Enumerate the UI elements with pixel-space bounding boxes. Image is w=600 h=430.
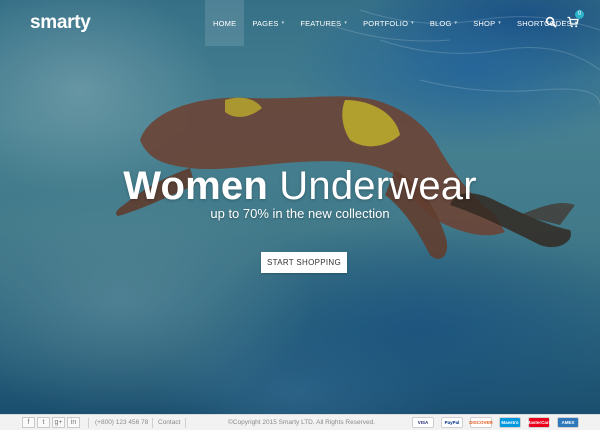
payment-card-mastercard-icon: MasterCard [527,417,551,428]
google-plus-icon[interactable]: g+ [52,417,65,428]
payment-card-paypal-icon: PayPal [441,417,463,428]
footer-divider [185,418,186,428]
nav-item-home[interactable]: HOME [205,0,245,46]
nav-item-label: BLOG [429,18,452,28]
main-navigation: smarty HOME PAGES ▾ FEATURES ▾ PORTFOLIO ▾ BLOG… [0,0,600,46]
hero-headline: Women Underwear [0,164,600,208]
nav-item-label: SHOP [473,18,496,28]
cart-count-badge: 0 [575,10,584,19]
nav-item-blog[interactable]: BLOG ▾ [422,0,465,46]
social-links: f t g+ in [22,417,80,428]
nav-item-label: PORTFOLIO [363,18,409,28]
chevron-down-icon: ▾ [498,20,501,26]
cart-icon[interactable]: 0 [567,10,584,28]
chevron-down-icon: ▾ [281,20,285,26]
facebook-icon[interactable]: f [22,417,35,428]
nav-icons: 0 [545,10,584,28]
chevron-down-icon: ▾ [411,20,414,26]
footer-bar: f t g+ in (+800) 123 456 78 Contact ©Copyri… [0,414,600,430]
linkedin-icon[interactable]: in [67,417,80,428]
payment-card-discover-icon: DISCOVER [469,417,493,428]
twitter-icon[interactable]: t [37,417,50,428]
payment-card-visa-icon: VISA [412,417,434,428]
chevron-down-icon: ▾ [454,20,458,26]
payment-card-amex-icon: AMEX [557,417,579,428]
footer-contact-link[interactable]: Contact [158,419,180,426]
nav-item-label: FEATURES [300,18,342,28]
nav-item-portfolio[interactable]: PORTFOLIO ▾ [355,0,422,46]
footer-divider [152,418,153,428]
footer-copyright: ©Copyright 2015 Smarty LTD. All Rights R… [228,419,376,426]
nav-item-pages[interactable]: PAGES ▾ [244,0,292,46]
site-logo[interactable]: smarty [30,12,91,34]
search-icon[interactable] [545,15,557,28]
headline-bold: Women [123,164,268,208]
start-shopping-button[interactable]: START SHOPPING [261,252,347,273]
payment-card-maestro-icon: Maestro [499,417,521,428]
headline-light: Underwear [279,164,477,208]
payment-methods: VISA PayPal DISCOVER Maestro MasterCard AMEX [412,417,579,428]
nav-item-label: PAGES [252,18,279,28]
footer-phone[interactable]: (+800) 123 456 78 [95,419,148,426]
nav-item-label: HOME [213,18,237,28]
hero-subheadline: up to 70% in the new collection [210,206,390,221]
nav-menu: HOME PAGES ▾ FEATURES ▾ PORTFOLIO ▾ BLOG ▾ SHOP ▾ S… [205,0,586,46]
chevron-down-icon: ▾ [344,20,348,26]
nav-item-features[interactable]: FEATURES ▾ [292,0,355,46]
nav-item-shop[interactable]: SHOP ▾ [465,0,509,46]
footer-divider [88,418,89,428]
